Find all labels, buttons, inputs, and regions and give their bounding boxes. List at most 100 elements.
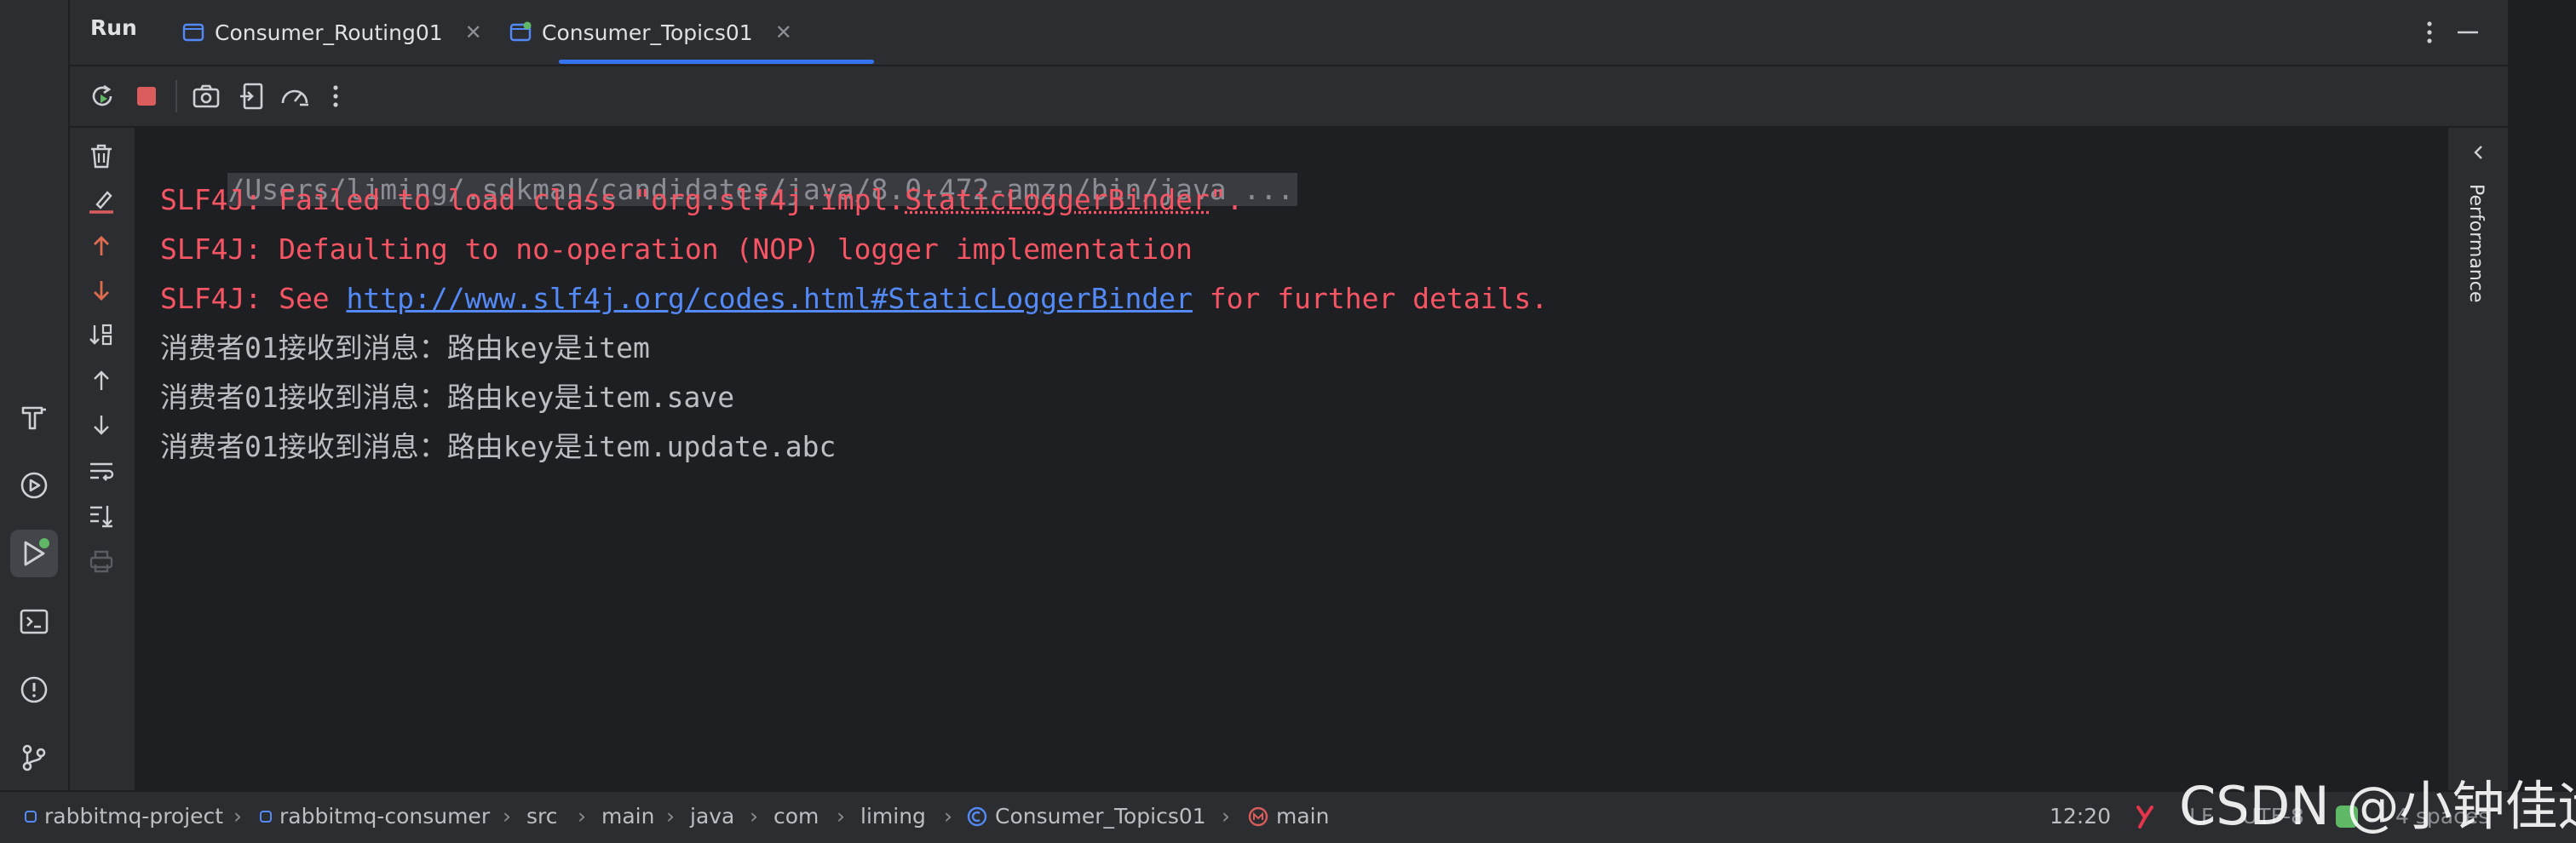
error-text-suffix: for further details. xyxy=(1192,282,1549,315)
sort-icon[interactable] xyxy=(87,320,116,349)
module-icon xyxy=(260,810,272,823)
error-text: SLF4J: Failed to load class "org.slf4j.i… xyxy=(160,183,906,216)
console-line-error: SLF4J: Failed to load class "org.slf4j.i… xyxy=(160,181,1244,220)
clear-highlight-icon[interactable] xyxy=(87,187,116,216)
caret-position[interactable]: 12:20 xyxy=(2050,804,2111,829)
breadcrumb-com[interactable]: com xyxy=(773,804,819,829)
chevron-right-icon: › xyxy=(944,804,952,829)
console-link[interactable]: http://www.slf4j.org/codes.html#StaticLo… xyxy=(347,282,1193,315)
breadcrumb-method[interactable]: main xyxy=(1247,804,1329,829)
breadcrumb-label: com xyxy=(773,804,819,829)
application-config-icon xyxy=(509,21,532,42)
error-text: SLF4J: See xyxy=(160,282,347,315)
print-icon xyxy=(89,550,113,573)
arrow-up-icon[interactable] xyxy=(87,366,116,395)
run-toolbar xyxy=(70,66,2508,128)
output-text: 消费者01接收到消息：路由key是item.update.abc xyxy=(160,430,837,463)
chevron-right-icon: › xyxy=(233,804,242,829)
breadcrumb-label: Consumer_Topics01 xyxy=(995,804,1206,829)
far-right-stripe xyxy=(2508,0,2576,790)
run-panel-title: Run xyxy=(90,15,137,40)
running-badge-icon xyxy=(39,538,49,548)
run-tool-button[interactable] xyxy=(10,530,58,577)
breadcrumb-label: rabbitmq-consumer xyxy=(279,804,491,829)
right-tool-stripe: Performance xyxy=(2447,128,2510,790)
rerun-icon[interactable] xyxy=(87,81,118,112)
hammer-icon xyxy=(21,406,46,430)
console-line-command: /Users/liming/.sdkman/candidates/java/8.… xyxy=(160,131,1298,206)
error-text: SLF4J: Defaulting to no-operation (NOP) … xyxy=(160,232,1193,266)
breadcrumb-label: main xyxy=(1276,804,1330,829)
close-icon[interactable]: ✕ xyxy=(465,20,482,44)
run-panel-header: Run Consumer_Routing01 ✕ Consumer_Topics… xyxy=(70,0,2508,66)
breadcrumb-label: rabbitmq-project xyxy=(44,804,224,829)
watermark: CSDN @小钟佳运 xyxy=(2179,775,2576,837)
module-icon xyxy=(25,810,37,823)
error-text-suffix: ". xyxy=(1209,183,1244,216)
output-text: 消费者01接收到消息：路由key是item.save xyxy=(160,381,735,414)
problems-icon xyxy=(20,676,48,703)
breadcrumb-project[interactable]: rabbitmq-project xyxy=(24,804,223,829)
soft-wrap-icon[interactable] xyxy=(87,456,116,485)
arrow-up-red-icon[interactable] xyxy=(87,232,116,261)
method-icon xyxy=(1248,806,1268,826)
chevron-right-icon: › xyxy=(750,804,758,829)
breadcrumb-module[interactable]: rabbitmq-consumer xyxy=(259,804,490,829)
console-output[interactable]: /Users/liming/.sdkman/candidates/java/8.… xyxy=(136,128,2447,790)
chevron-right-icon: › xyxy=(1222,804,1230,829)
problems-tool-button[interactable] xyxy=(10,666,58,714)
breadcrumb-main[interactable]: main xyxy=(601,804,654,829)
chevron-left-icon[interactable] xyxy=(2469,140,2487,165)
breadcrumb-java[interactable]: java xyxy=(690,804,734,829)
chevron-right-icon: › xyxy=(578,804,586,829)
arrow-down-icon[interactable] xyxy=(87,410,116,439)
services-tool-button[interactable] xyxy=(10,462,58,509)
more-actions-icon[interactable] xyxy=(325,81,346,112)
profiler-icon[interactable] xyxy=(278,81,312,112)
console-line-output: 消费者01接收到消息：路由key是item.update.abc xyxy=(160,427,836,467)
breadcrumb-liming[interactable]: liming xyxy=(860,804,926,829)
scroll-to-end-icon[interactable] xyxy=(87,501,116,530)
breadcrumb-label: java xyxy=(690,804,735,829)
console-line-error: SLF4J: See http://www.slf4j.org/codes.ht… xyxy=(160,279,1548,318)
breadcrumb-label: src xyxy=(526,804,558,829)
tab-consumer-topics01[interactable]: Consumer_Topics01 ✕ xyxy=(509,0,792,65)
chevron-right-icon: › xyxy=(666,804,675,829)
plugin-y-icon[interactable] xyxy=(2133,804,2157,829)
breadcrumb-class[interactable]: Consumer_Topics01 xyxy=(966,804,1206,829)
tab-consumer-routing01[interactable]: Consumer_Routing01 ✕ xyxy=(182,0,482,65)
console-gutter-toolbar xyxy=(70,128,135,790)
build-tool-button[interactable] xyxy=(10,393,58,441)
services-icon xyxy=(20,472,48,499)
terminal-icon xyxy=(20,609,49,634)
chevron-right-icon: › xyxy=(503,804,511,829)
trash-icon[interactable] xyxy=(87,141,116,170)
application-config-icon xyxy=(182,23,204,42)
output-text: 消费者01接收到消息：路由key是item xyxy=(160,331,650,364)
run-icon xyxy=(24,538,49,566)
console-line-output: 消费者01接收到消息：路由key是item.save xyxy=(160,378,734,417)
camera-icon[interactable] xyxy=(191,81,221,112)
git-tool-button[interactable] xyxy=(10,734,58,782)
console-line-output: 消费者01接收到消息：路由key是item xyxy=(160,329,650,368)
stop-icon[interactable] xyxy=(131,81,162,112)
tab-label: Consumer_Routing01 xyxy=(215,20,443,45)
arrow-down-red-icon[interactable] xyxy=(87,276,116,305)
breadcrumb-label: main xyxy=(601,804,655,829)
console-line-error: SLF4J: Defaulting to no-operation (NOP) … xyxy=(160,230,1193,269)
close-icon[interactable]: ✕ xyxy=(775,20,792,44)
chevron-right-icon: › xyxy=(837,804,845,829)
toolbar-separator xyxy=(175,80,177,112)
minimize-icon[interactable] xyxy=(2455,17,2481,48)
git-branch-icon xyxy=(22,744,46,771)
breadcrumb-label: liming xyxy=(860,804,926,829)
class-name-text: StaticLoggerBinder xyxy=(905,183,1210,216)
breadcrumb-src[interactable]: src xyxy=(526,804,558,829)
performance-tool-button[interactable]: Performance xyxy=(2465,184,2487,302)
tab-label: Consumer_Topics01 xyxy=(542,20,753,45)
left-tool-stripe xyxy=(0,0,70,790)
more-options-icon[interactable] xyxy=(2419,17,2440,48)
terminal-tool-button[interactable] xyxy=(10,598,58,645)
active-tab-indicator xyxy=(559,60,874,64)
exit-icon[interactable] xyxy=(237,81,267,112)
